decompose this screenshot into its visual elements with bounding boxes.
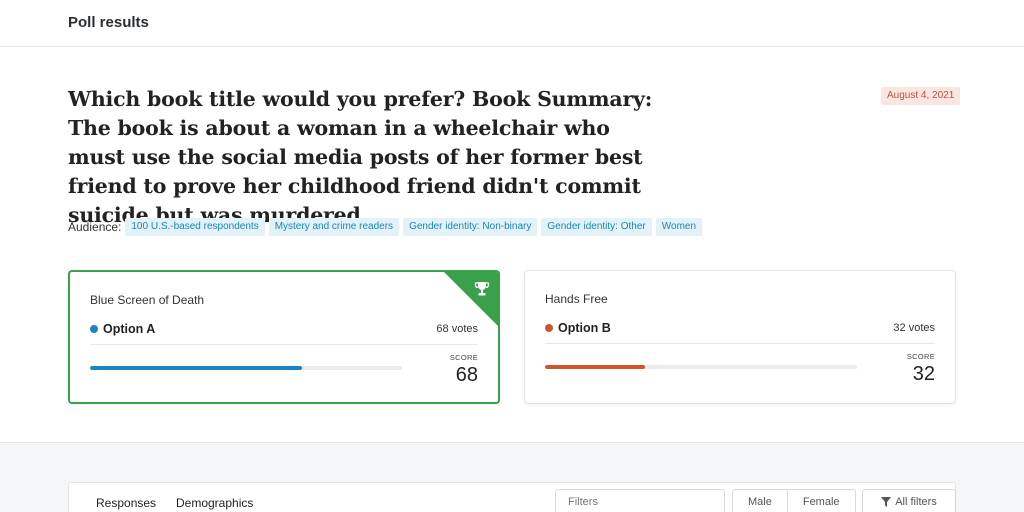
option-title: Hands Free [545,292,608,306]
filter-icon [881,497,892,507]
audience-label: Audience: [68,220,122,234]
option-name: Option B [558,321,611,335]
tab-demographics[interactable]: Demographics [176,496,253,510]
option-row: Option B 32 votes [545,320,935,336]
divider [90,344,478,345]
female-filter-button[interactable]: Female [788,490,855,512]
option-card-a: Blue Screen of Death Option A 68 votes S… [68,270,500,404]
score-value: 68 [455,364,478,386]
score-bar-fill [545,365,645,369]
score-bar [90,366,402,370]
option-card-b: Hands Free Option B 32 votes SCORE 32 [524,270,956,404]
option-dot [90,325,98,333]
poll-question: Which book title would you prefer? Book … [68,87,653,227]
tab-responses[interactable]: Responses [96,496,156,510]
results-panel: Responses Demographics Male Female All f… [68,482,956,512]
option-row: Option A 68 votes [90,321,478,337]
audience-row: Audience: 100 U.S.-based respondents Mys… [68,218,706,236]
audience-chip: Women [655,218,703,236]
option-name: Option A [103,322,156,336]
trophy-icon [474,282,490,296]
gender-filter-group: Male Female [732,489,856,512]
filters-input[interactable] [555,489,725,512]
score-bar-fill [90,366,303,370]
all-filters-label: All filters [895,496,937,508]
divider [545,343,935,344]
vote-count: 68 votes [436,323,478,335]
winner-ribbon [444,272,498,326]
score-label: SCORE [906,352,935,361]
option-title: Blue Screen of Death [90,293,205,307]
page-title: Poll results [68,14,149,31]
audience-chip: Gender identity: Other [541,218,652,236]
date-badge: August 4, 2021 [881,87,961,105]
score-label: SCORE [449,353,478,362]
audience-chip: Mystery and crime readers [268,218,400,236]
score-bar [545,365,857,369]
all-filters-button[interactable]: All filters [862,489,956,512]
option-dot [545,324,553,332]
score-value: 32 [912,363,935,385]
audience-chip: Gender identity: Non-binary [403,218,538,236]
vote-count: 32 votes [893,322,935,334]
male-filter-button[interactable]: Male [733,490,788,512]
audience-chip: 100 U.S.-based respondents [125,218,265,236]
top-bar: Poll results [0,0,1024,47]
